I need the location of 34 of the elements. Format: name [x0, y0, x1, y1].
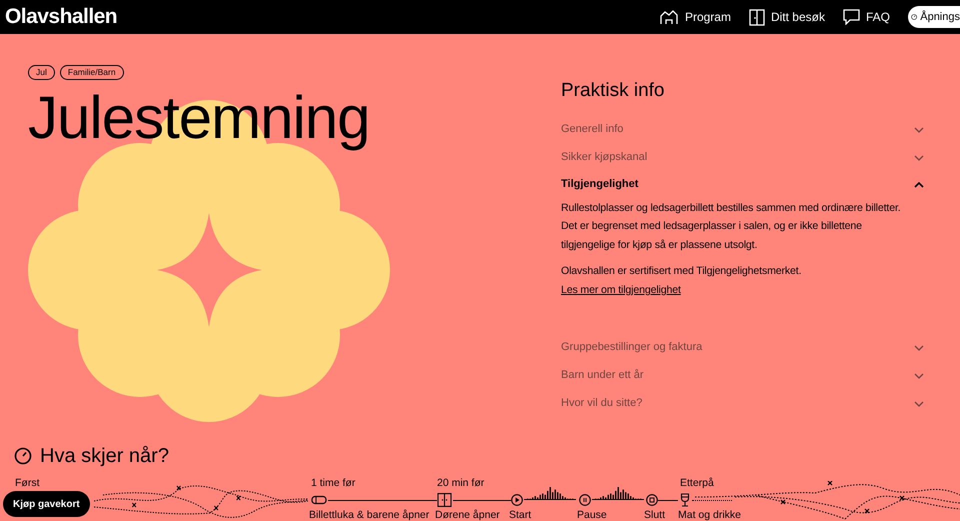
timeline-label: Start — [509, 509, 532, 521]
timeline-label: Slutt — [644, 509, 666, 521]
chevron-up-icon — [913, 180, 925, 190]
nav-link[interactable]: Program — [658, 8, 731, 26]
site-logo[interactable]: Olavshallen — [5, 1, 118, 33]
section-heading: Hva skjer når? — [40, 444, 169, 469]
wine-glass-icon — [680, 493, 690, 507]
question-bubble-icon — [842, 9, 860, 25]
timeline-label: 20 min før — [437, 477, 484, 489]
door-icon — [748, 8, 765, 26]
building-icon — [658, 9, 679, 25]
tag-chip[interactable]: Familie/Barn — [60, 65, 124, 80]
timeline-label: Mat og drikke — [678, 509, 742, 521]
clock-icon — [14, 447, 32, 465]
timeline-label: Først — [15, 477, 40, 489]
pause-icon — [579, 494, 591, 506]
section-heading: Praktisk info — [561, 79, 666, 103]
sound-wave-drawing — [592, 486, 644, 500]
text-link[interactable]: Les mer om tilgjengelighet — [561, 284, 681, 296]
paragraph: Rullestolplasser og ledsagerbillett bestilles sammen med ordinære billetter. Det er begrenset med ledsagerplasser i salen, og er ikke billettene tilgjengelige for kjøp så er plassene utsolgt. — [561, 200, 902, 253]
timeline-label: Dørene åpner — [435, 509, 500, 521]
sound-wave-drawing — [524, 486, 576, 500]
timeline-label: Billettluka & barene åpner — [309, 509, 430, 521]
event-title: Julestemning — [28, 88, 370, 148]
nav-link[interactable]: Ditt besøk — [748, 8, 825, 26]
timeline-label: Pause — [577, 509, 607, 521]
timeline-label: 1 time før — [311, 477, 356, 489]
timeline-label: Etterpå — [680, 477, 714, 489]
opening-hours-button[interactable]: Åpnings — [908, 6, 960, 28]
paragraph: Olavshallen er sertifisert med Tilgjengelighetsmerket. Les mer om tilgjengelighet — [561, 264, 802, 298]
tag-chip[interactable]: Jul — [28, 65, 55, 80]
nav-link[interactable]: FAQ — [842, 8, 890, 26]
accordion-header[interactable]: Tilgjengelighet — [561, 170, 925, 199]
gift-card-button[interactable]: Kjøp gavekort — [3, 491, 90, 517]
